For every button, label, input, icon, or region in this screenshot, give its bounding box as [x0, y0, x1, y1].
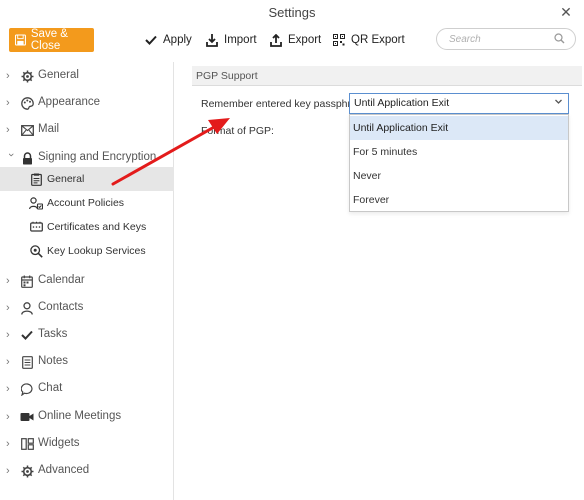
passphrase-dropdown-list: Until Application Exit For 5 minutes Nev…: [349, 114, 569, 212]
section-title: PGP Support: [192, 66, 582, 86]
save-close-label: Save & Close: [30, 28, 68, 52]
settings-sidebar: › General › Appearance › Mail › Signing …: [0, 62, 174, 500]
chevron-right-icon[interactable]: ›: [6, 97, 16, 109]
notes-icon: [20, 354, 34, 370]
chevron-down-icon[interactable]: [554, 97, 563, 106]
sidebar-subitem-general[interactable]: General: [0, 167, 174, 191]
sidebar-item-label: Chat: [38, 382, 63, 394]
settings-content: PGP Support Remember entered key passphr…: [180, 62, 584, 500]
search-icon[interactable]: [554, 33, 565, 44]
chevron-right-icon[interactable]: ›: [6, 465, 16, 477]
mail-icon: [20, 122, 34, 138]
import-button[interactable]: Import: [206, 31, 257, 49]
sidebar-item-tasks[interactable]: › Tasks: [0, 323, 174, 347]
import-icon: [206, 33, 218, 47]
sidebar-item-label: Tasks: [38, 328, 68, 340]
clipboard-icon: [29, 172, 43, 186]
window-title: Settings: [268, 5, 316, 20]
chevron-right-icon[interactable]: ›: [6, 329, 16, 341]
sidebar-item-notes[interactable]: › Notes: [0, 350, 174, 374]
sidebar-item-label: Mail: [38, 123, 60, 135]
window-titlebar: Settings ✕: [0, 0, 584, 26]
calendar-icon: [20, 273, 34, 289]
video-camera-icon: [20, 409, 34, 425]
palette-icon: [20, 95, 34, 111]
sidebar-subitem-key-lookup[interactable]: Key Lookup Services: [0, 239, 174, 263]
sidebar-item-label: Notes: [38, 355, 69, 367]
export-button[interactable]: Export: [270, 31, 321, 49]
sidebar-subitem-label: Key Lookup Services: [47, 245, 146, 257]
sidebar-item-mail[interactable]: › Mail: [0, 118, 174, 142]
dropdown-option[interactable]: Forever: [350, 188, 568, 212]
sidebar-item-chat[interactable]: › Chat: [0, 377, 174, 401]
export-label: Export: [288, 34, 322, 46]
passphrase-label: Remember entered key passphrase:: [201, 98, 371, 110]
save-icon: [15, 34, 26, 46]
search-box[interactable]: [436, 28, 576, 50]
sidebar-item-label: Appearance: [38, 96, 101, 108]
toolbar: Save & Close Apply Import Export QR Expo…: [0, 26, 584, 56]
sidebar-subitem-certificates-keys[interactable]: Certificates and Keys: [0, 215, 174, 239]
lock-icon: [20, 150, 34, 166]
advanced-gear-icon: [20, 463, 34, 479]
sidebar-item-label: General: [38, 69, 79, 81]
sidebar-item-online-meetings[interactable]: › Online Meetings: [0, 405, 174, 429]
person-icon: [20, 300, 34, 316]
search-input[interactable]: [449, 32, 549, 47]
dropdown-option[interactable]: Never: [350, 164, 568, 188]
chevron-right-icon[interactable]: ›: [6, 124, 16, 136]
checkmark-icon: [20, 327, 34, 343]
save-close-button[interactable]: Save & Close: [9, 28, 94, 52]
qr-export-label: QR Export: [351, 34, 405, 46]
apply-label: Apply: [163, 34, 192, 46]
chevron-right-icon[interactable]: ›: [6, 70, 16, 82]
chevron-down-icon[interactable]: ›: [5, 153, 17, 163]
sidebar-item-label: Online Meetings: [38, 410, 122, 422]
sidebar-item-label: Contacts: [38, 301, 84, 313]
account-policy-icon: [29, 196, 43, 210]
sidebar-item-widgets[interactable]: › Widgets: [0, 432, 174, 456]
chevron-right-icon[interactable]: ›: [6, 383, 16, 395]
key-search-icon: [29, 244, 43, 258]
sidebar-item-label: Calendar: [38, 274, 85, 286]
sidebar-item-appearance[interactable]: › Appearance: [0, 91, 174, 115]
qr-code-icon: [333, 34, 345, 46]
sidebar-item-general[interactable]: › General: [0, 64, 174, 88]
apply-button[interactable]: Apply: [145, 31, 192, 49]
sidebar-item-contacts[interactable]: › Contacts: [0, 296, 174, 320]
passphrase-select[interactable]: Until Application Exit: [349, 93, 569, 114]
chat-icon: [20, 381, 34, 397]
export-icon: [270, 33, 282, 47]
sidebar-subitem-label: General: [47, 173, 85, 185]
sidebar-item-label: Widgets: [38, 437, 80, 449]
import-label: Import: [224, 34, 257, 46]
chevron-right-icon[interactable]: ›: [6, 302, 16, 314]
sidebar-subitem-label: Certificates and Keys: [47, 221, 147, 233]
pgp-format-label: Format of PGP:: [201, 125, 274, 137]
sidebar-item-label: Advanced: [38, 464, 90, 476]
sidebar-item-calendar[interactable]: › Calendar: [0, 269, 174, 293]
chevron-right-icon[interactable]: ›: [6, 275, 16, 287]
sidebar-subitem-label: Account Policies: [47, 197, 125, 209]
checkmark-icon: [145, 35, 157, 45]
sidebar-item-label: Signing and Encryption: [38, 151, 157, 163]
sidebar-subitem-account-policies[interactable]: Account Policies: [0, 191, 174, 215]
gear-icon: [20, 68, 34, 84]
dropdown-option[interactable]: For 5 minutes: [350, 140, 568, 164]
passphrase-select-value: Until Application Exit: [354, 97, 450, 109]
qr-export-button[interactable]: QR Export: [333, 31, 405, 49]
sidebar-item-advanced[interactable]: › Advanced: [0, 459, 174, 483]
widgets-icon: [20, 436, 34, 452]
certificate-icon: [29, 220, 43, 234]
chevron-right-icon[interactable]: ›: [6, 411, 16, 423]
close-icon[interactable]: ✕: [558, 4, 574, 20]
chevron-right-icon[interactable]: ›: [6, 438, 16, 450]
chevron-right-icon[interactable]: ›: [6, 356, 16, 368]
dropdown-option[interactable]: Until Application Exit: [350, 116, 568, 140]
